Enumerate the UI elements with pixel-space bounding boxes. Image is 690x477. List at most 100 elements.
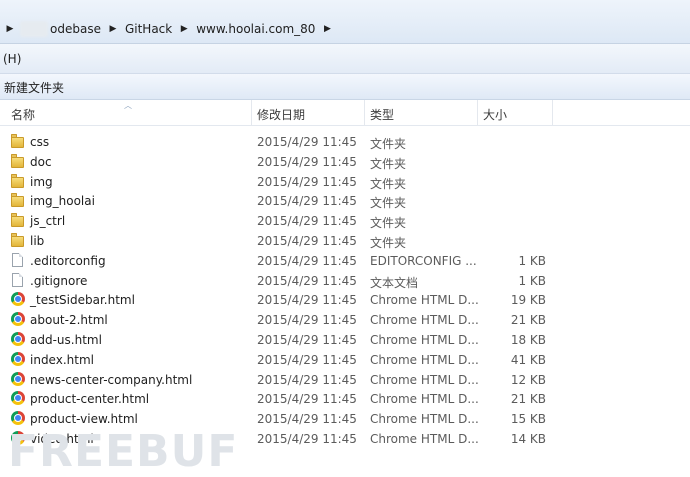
file-size: 12 KB [510, 372, 546, 387]
file-date: 2015/4/29 11:45 [257, 154, 357, 169]
breadcrumb-item-codebase[interactable]: odebase [48, 22, 103, 36]
file-date: 2015/4/29 11:45 [257, 174, 357, 189]
file-row[interactable]: lib 2015/4/29 11:45 文件夹 [0, 231, 690, 251]
file-name: img [30, 174, 53, 189]
address-bar[interactable]: ▶ odebase ▶ GitHack ▶ www.hoolai.com_80 … [0, 0, 690, 44]
column-header-name[interactable]: 名称 [11, 106, 35, 123]
file-type: 文件夹 [370, 137, 407, 151]
chrome-icon [11, 371, 25, 386]
file-date: 2015/4/29 11:45 [257, 372, 357, 387]
chrome-icon [11, 292, 25, 307]
toolbar: 新建文件夹 [0, 74, 690, 100]
file-row[interactable]: index.html 2015/4/29 11:45 Chrome HTML D..… [0, 350, 690, 370]
new-folder-button[interactable]: 新建文件夹 [4, 79, 64, 96]
file-name: .editorconfig [30, 253, 106, 268]
file-type: Chrome HTML D... [370, 332, 479, 347]
file-type: 文本文档 [370, 275, 419, 290]
file-size: 21 KB [510, 392, 546, 407]
file-name: add-us.html [30, 332, 102, 347]
column-header-type[interactable]: 类型 [370, 106, 394, 123]
folder-icon [11, 173, 25, 188]
file-row[interactable]: news-center-company.html 2015/4/29 11:45 C… [0, 370, 690, 390]
file-list: css 2015/4/29 11:45 文件夹 doc 2015/4/29 11:45 文… [0, 132, 690, 449]
file-size: 19 KB [510, 293, 546, 308]
chevron-right-icon[interactable]: ▶ [323, 24, 331, 34]
file-date: 2015/4/29 11:45 [257, 194, 357, 209]
breadcrumb-item-githack[interactable]: GitHack [123, 22, 174, 36]
file-type: 文件夹 [370, 156, 407, 171]
file-row[interactable]: css 2015/4/29 11:45 文件夹 [0, 132, 690, 152]
file-name: .gitignore [30, 273, 88, 288]
column-header-size[interactable]: 大小 [483, 106, 507, 123]
file-row[interactable]: js_ctrl 2015/4/29 11:45 文件夹 [0, 211, 690, 231]
file-type: Chrome HTML D... [370, 392, 479, 407]
folder-icon [11, 134, 25, 148]
file-size: 1 KB [518, 273, 546, 288]
file-date: 2015/4/29 11:45 [257, 332, 357, 347]
file-row[interactable]: about-2.html 2015/4/29 11:45 Chrome HTML D… [0, 310, 690, 330]
file-date: 2015/4/29 11:45 [257, 293, 357, 308]
file-size: 41 KB [510, 352, 546, 367]
file-size: 21 KB [510, 313, 546, 328]
file-name: lib [30, 233, 45, 248]
column-divider[interactable] [552, 100, 553, 126]
file-name: news-center-company.html [30, 372, 193, 387]
file-size: 1 KB [518, 253, 546, 268]
menu-item-help[interactable]: (H) [3, 52, 21, 66]
file-name: about-2.html [30, 313, 108, 328]
file-date: 2015/4/29 11:45 [257, 253, 357, 268]
file-date: 2015/4/29 11:45 [257, 135, 357, 149]
file-size: 15 KB [510, 412, 546, 427]
folder-icon [11, 153, 25, 168]
chrome-icon [11, 411, 25, 426]
file-row[interactable]: .gitignore 2015/4/29 11:45 文本文档 1 KB [0, 271, 690, 291]
text-file-icon [11, 272, 25, 287]
file-name: product-center.html [30, 392, 150, 407]
file-date: 2015/4/29 11:45 [257, 352, 357, 367]
column-divider[interactable] [364, 100, 365, 126]
file-type: 文件夹 [370, 216, 407, 231]
chrome-icon [11, 331, 25, 346]
chevron-right-icon[interactable]: ▶ [6, 24, 14, 34]
redacted-path-segment [20, 21, 48, 37]
file-row[interactable]: add-us.html 2015/4/29 11:45 Chrome HTML D.… [0, 330, 690, 350]
file-type: 文件夹 [370, 176, 407, 191]
file-type: Chrome HTML D... [370, 293, 479, 308]
file-type: 文件夹 [370, 235, 407, 250]
file-type: Chrome HTML D... [370, 372, 479, 387]
file-date: 2015/4/29 11:45 [257, 412, 357, 427]
chrome-icon [11, 312, 25, 327]
file-row[interactable]: img 2015/4/29 11:45 文件夹 [0, 172, 690, 192]
file-row[interactable]: product-center.html 2015/4/29 11:45 Chrome… [0, 389, 690, 409]
file-row[interactable]: img_hoolai 2015/4/29 11:45 文件夹 [0, 191, 690, 211]
chevron-right-icon[interactable]: ▶ [180, 24, 188, 34]
file-row[interactable]: _testSidebar.html 2015/4/29 11:45 Chrome H… [0, 290, 690, 310]
folder-icon [11, 232, 25, 247]
file-row[interactable]: .editorconfig 2015/4/29 11:45 EDITORCONFIG… [0, 251, 690, 271]
folder-icon [11, 193, 25, 208]
file-name: img_hoolai [30, 194, 95, 209]
file-type: 文件夹 [370, 196, 407, 211]
breadcrumb-item-hoolai[interactable]: www.hoolai.com_80 [194, 22, 317, 36]
file-name: js_ctrl [30, 214, 66, 229]
file-type: Chrome HTML D... [370, 313, 479, 328]
watermark-text: FREEBUF [8, 426, 239, 477]
file-type: EDITORCONFIG ... [370, 253, 477, 268]
file-icon [11, 252, 25, 267]
file-type: Chrome HTML D... [370, 352, 479, 367]
breadcrumb: ▶ odebase ▶ GitHack ▶ www.hoolai.com_80 … [0, 16, 337, 42]
file-name: _testSidebar.html [30, 293, 135, 308]
file-date: 2015/4/29 11:45 [257, 392, 357, 407]
file-name: index.html [30, 352, 94, 367]
chevron-right-icon[interactable]: ▶ [109, 24, 117, 34]
file-name: doc [30, 154, 52, 169]
file-size: 18 KB [510, 332, 546, 347]
file-date: 2015/4/29 11:45 [257, 273, 357, 288]
column-headers: ︿ 名称 修改日期 类型 大小 [0, 100, 690, 126]
column-divider[interactable] [251, 100, 252, 126]
column-header-date[interactable]: 修改日期 [257, 106, 305, 123]
file-date: 2015/4/29 11:45 [257, 214, 357, 229]
file-row[interactable]: doc 2015/4/29 11:45 文件夹 [0, 152, 690, 172]
file-name: css [30, 135, 50, 149]
column-divider[interactable] [477, 100, 478, 126]
